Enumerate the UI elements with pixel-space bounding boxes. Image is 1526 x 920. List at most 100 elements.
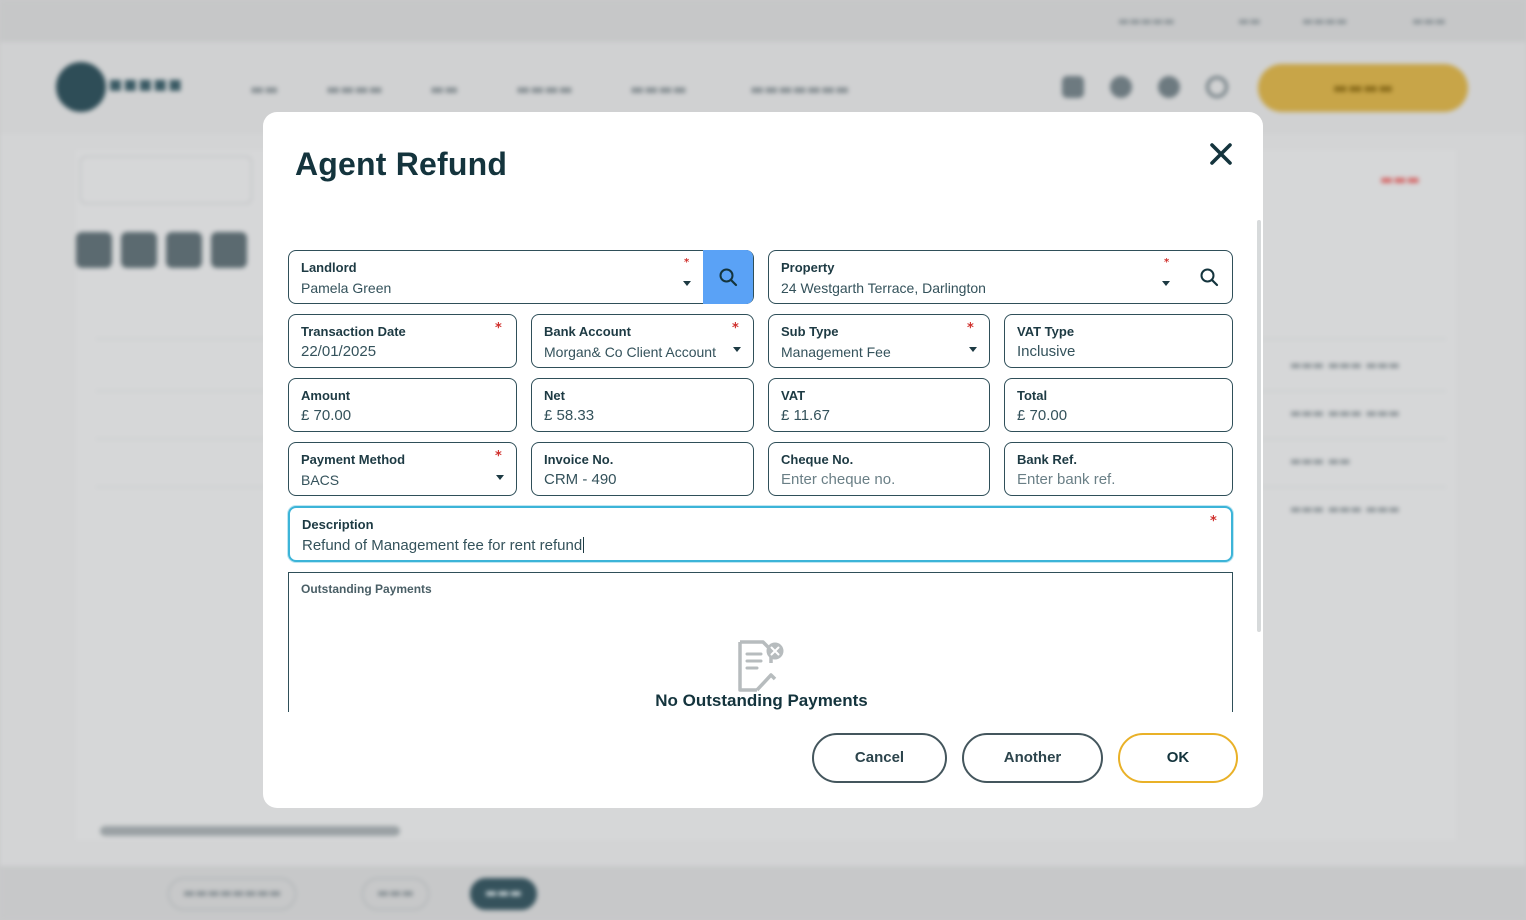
description-input[interactable]: Refund of Management fee for rent refund (302, 537, 585, 554)
description-value: Refund of Management fee for rent refund (302, 537, 583, 554)
chevron-down-icon[interactable] (496, 475, 504, 480)
text-cursor (583, 537, 585, 553)
bank-ref-placeholder: Enter bank ref. (1017, 471, 1116, 488)
bg-row-text: ▬▬▬ ▬▬▬ ▬▬▬ (1290, 358, 1400, 372)
bg-logo (56, 62, 106, 112)
bg-icon (1206, 76, 1228, 98)
landlord-search-button[interactable] (703, 249, 753, 304)
amount-value: £ 70.00 (301, 407, 352, 424)
description-label: Description (302, 517, 374, 532)
net-label: Net (544, 388, 565, 403)
payment-method-label: Payment Method (301, 452, 406, 467)
vat-type-label: VAT Type (1017, 324, 1075, 339)
payment-method-value: BACS (301, 472, 340, 488)
bg-pill: ▬▬▬ (362, 878, 429, 910)
outstanding-payments-label: Outstanding Payments (301, 582, 432, 596)
close-button[interactable] (1205, 138, 1237, 170)
bank-ref-label: Bank Ref. (1017, 452, 1077, 467)
sub-type-value: Management Fee (781, 344, 891, 360)
required-mark: * (732, 321, 739, 336)
bg-pill: ▬▬▬ (470, 878, 537, 910)
no-outstanding-payments-text: No Outstanding Payments (655, 691, 868, 710)
property-value: 24 Westgarth Terrace, Darlington (781, 280, 986, 296)
chevron-down-icon[interactable] (733, 347, 741, 352)
bg-icon (1110, 76, 1132, 98)
property-search-button[interactable] (1187, 251, 1231, 303)
invoice-no-field[interactable]: Invoice No. CRM - 490 (531, 442, 754, 496)
total-value: £ 70.00 (1017, 407, 1068, 424)
bg-nav-item: ▬▬▬▬ (630, 80, 687, 98)
cheque-no-field[interactable]: Cheque No. Enter cheque no. (768, 442, 990, 496)
landlord-field[interactable]: Landlord Pamela Green * (288, 249, 754, 304)
outstanding-payments-panel: Outstanding Payments No Outstanding Paym… (288, 572, 1233, 712)
chevron-down-icon[interactable] (969, 347, 977, 352)
bg-toplink: ▬▬▬▬ (1302, 14, 1348, 28)
ok-button[interactable]: OK (1118, 733, 1238, 783)
bg-toplink: ▬▬▬▬▬ (1118, 14, 1175, 28)
document-x-icon (738, 640, 784, 692)
bg-nav-item: ▬▬▬▬ (516, 80, 573, 98)
invoice-no-label: Invoice No. (544, 452, 614, 467)
bg-square-button (121, 232, 157, 268)
vat-type-field[interactable]: VAT Type Inclusive (1004, 314, 1233, 368)
sub-type-label: Sub Type (781, 324, 839, 339)
net-value: £ 58.33 (544, 407, 595, 424)
vat-value: £ 11.67 (781, 407, 830, 424)
another-button[interactable]: Another (962, 733, 1103, 783)
landlord-value: Pamela Green (301, 280, 392, 296)
invoice-no-value: CRM - 490 (544, 471, 617, 488)
bg-toplink: ▬▬ (1238, 14, 1261, 28)
bg-select (80, 156, 252, 204)
bank-account-label: Bank Account (544, 324, 631, 339)
bg-toplink: ▬▬▬ (1412, 14, 1447, 28)
required-mark: * (1164, 257, 1170, 268)
bg-nav-item: ▬▬▬▬▬▬▬ (750, 80, 850, 98)
bg-pill: ▬▬▬▬▬▬▬▬ (168, 878, 297, 910)
chevron-down-icon[interactable] (683, 281, 691, 286)
search-icon (1200, 268, 1219, 287)
total-label: Total (1017, 388, 1048, 403)
total-field[interactable]: Total £ 70.00 (1004, 378, 1233, 432)
transaction-date-label: Transaction Date (301, 324, 406, 339)
vat-type-value: Inclusive (1017, 343, 1076, 360)
bg-amount: ▬▬▬ (1380, 172, 1420, 188)
dialog-scrollbar[interactable] (1257, 220, 1261, 632)
bg-row-text: ▬▬▬ ▬▬▬ ▬▬▬ (1290, 406, 1400, 420)
payment-method-field[interactable]: Payment Method BACS * (288, 442, 517, 496)
amount-field[interactable]: Amount £ 70.00 (288, 378, 517, 432)
transaction-date-field[interactable]: Transaction Date 22/01/2025 * (288, 314, 517, 368)
bg-square-button (166, 232, 202, 268)
bg-square-button (76, 232, 112, 268)
property-label: Property (781, 260, 835, 275)
bank-account-field[interactable]: Bank Account Morgan& Co Client Account * (531, 314, 754, 368)
close-icon (1210, 143, 1232, 165)
transaction-date-value: 22/01/2025 (301, 343, 377, 360)
required-mark: * (1210, 514, 1217, 529)
property-field[interactable]: Property 24 Westgarth Terrace, Darlingto… (768, 250, 1233, 304)
bg-nav-item: ▬▬▬▬ (326, 80, 383, 98)
bank-ref-field[interactable]: Bank Ref. Enter bank ref. (1004, 442, 1233, 496)
bg-logo-text: ▪▪▪▪▪ (108, 72, 183, 97)
required-mark: * (684, 257, 690, 268)
sub-type-field[interactable]: Sub Type Management Fee * (768, 314, 990, 368)
description-field[interactable]: Description Refund of Management fee for… (288, 506, 1233, 562)
bg-account-button: ▬▬▬▬ (1258, 64, 1468, 112)
cheque-no-placeholder: Enter cheque no. (781, 471, 896, 488)
required-mark: * (967, 321, 974, 336)
vat-field[interactable]: VAT £ 11.67 (768, 378, 990, 432)
bg-nav-item: ▬▬ (430, 80, 459, 98)
search-icon (719, 268, 738, 286)
chevron-down-icon[interactable] (1162, 281, 1170, 286)
cancel-button[interactable]: Cancel (812, 733, 947, 783)
bg-scrollbar (100, 826, 400, 836)
bank-account-value: Morgan& Co Client Account (544, 344, 716, 360)
required-mark: * (495, 449, 502, 464)
cheque-no-label: Cheque No. (781, 452, 854, 467)
bg-row-text: ▬▬▬ ▬▬ (1290, 454, 1351, 468)
required-mark: * (495, 321, 502, 336)
agent-refund-dialog: Agent Refund Landlord Pamela Green * Pro… (263, 112, 1263, 808)
net-field[interactable]: Net £ 58.33 (531, 378, 754, 432)
bg-topbar (0, 0, 1526, 42)
bg-icon (1158, 76, 1180, 98)
bg-square-button (211, 232, 247, 268)
